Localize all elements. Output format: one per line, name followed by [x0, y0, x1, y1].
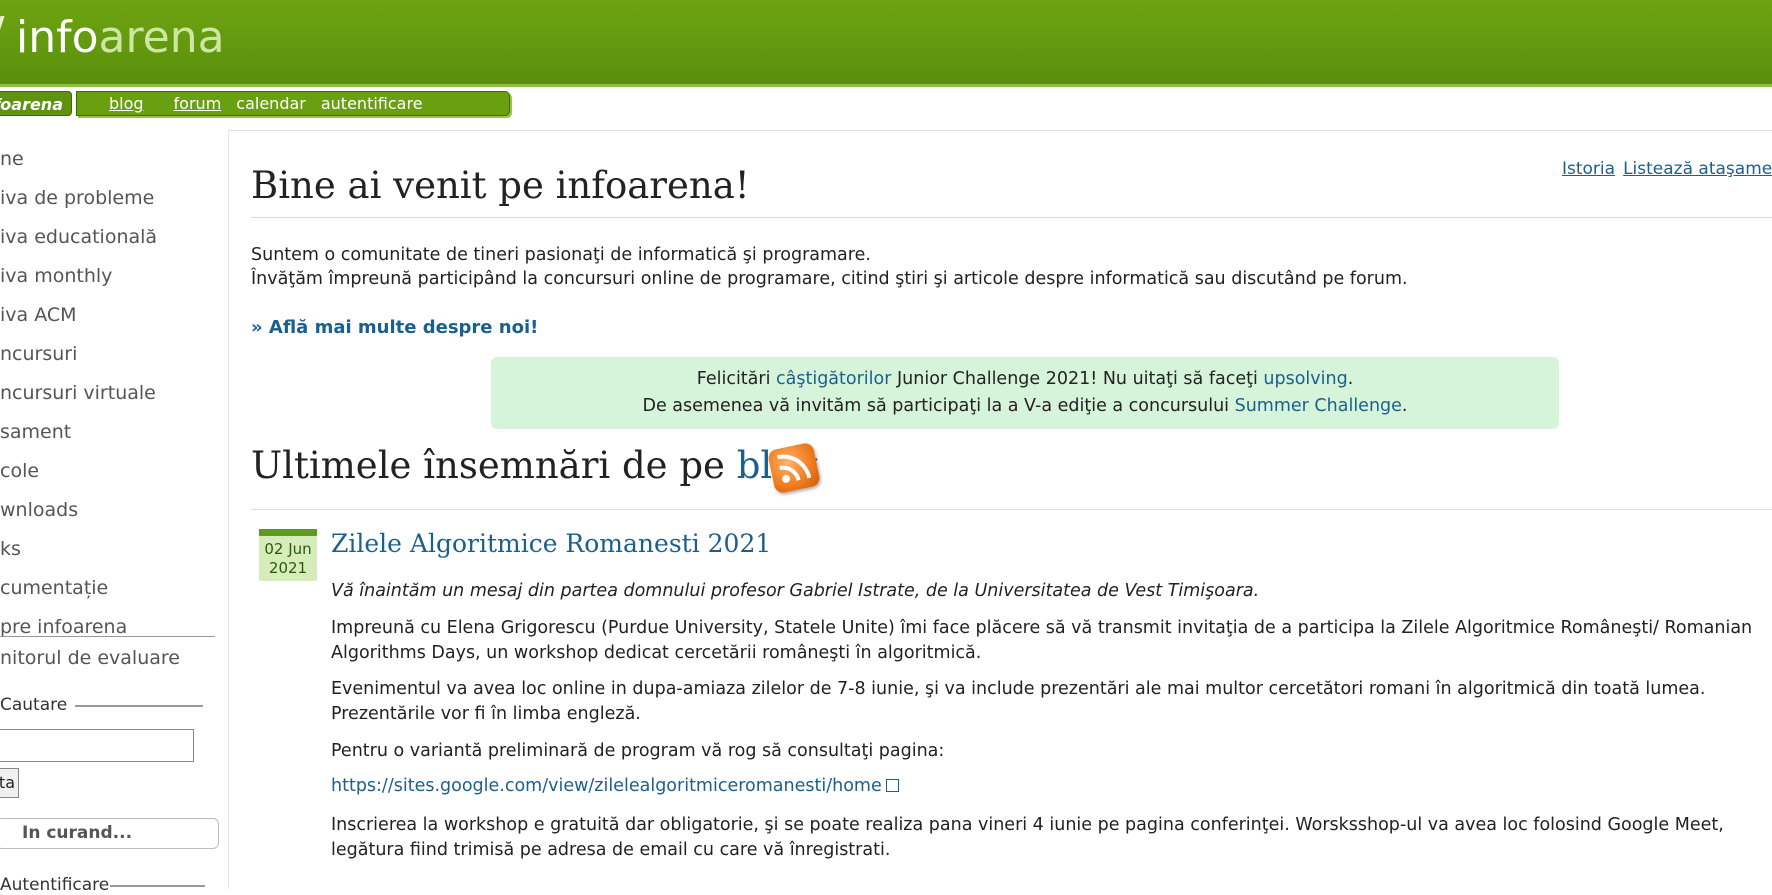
announcement-text: .	[1347, 369, 1354, 389]
post-title-link[interactable]: Zilele Algoritmice Romanesti 2021	[331, 529, 771, 558]
post-paragraph-invitation: Impreună cu Elena Grigorescu (Purdue Uni…	[331, 618, 1753, 663]
announcement-text: .	[1401, 396, 1408, 416]
sidebar-item-educational-archive[interactable]: iva educatională	[0, 226, 157, 248]
logo-main-text: info	[16, 12, 99, 63]
winners-link[interactable]: câştigătorilor	[776, 369, 891, 389]
sidebar-item-acm-archive[interactable]: iva ACM	[0, 304, 77, 326]
logo-light-text: arena	[98, 12, 225, 63]
page-actions: Istoria Listează ataşamentele	[1562, 159, 1772, 179]
rss-feed-icon[interactable]	[766, 441, 822, 495]
intro-line-1: Suntem o comunitate de tineri pasionaţi …	[251, 245, 871, 265]
post-external-link-row: https://sites.google.com/view/zilelealgo…	[331, 776, 899, 796]
post-paragraph-program: Pentru o variantă preliminară de program…	[331, 741, 945, 761]
announcement-text: Felicitări	[696, 369, 777, 389]
sidebar-item-virtual-contests[interactable]: ncursuri virtuale	[0, 382, 156, 404]
list-attachments-link[interactable]: Listează ataşamentele	[1623, 159, 1772, 179]
search-legend: Cautare	[0, 695, 68, 715]
sidebar-item-problem-archive[interactable]: iva de probleme	[0, 187, 154, 209]
nav-links: blog forum calendar autentificareinregistra…	[76, 91, 510, 136]
nav-link-forum[interactable]: forum	[159, 92, 222, 115]
top-navbar: foarena blog forum calendar autentificarein…	[0, 91, 510, 136]
auth-legend-line	[110, 885, 205, 887]
about-us-link[interactable]: » Află mai multe despre noi!	[251, 317, 538, 338]
announcement-line-2: De asemenea vă invităm să participaţi la…	[491, 393, 1559, 420]
main-content: Istoria Listează ataşamentele Bine ai ven…	[228, 130, 1772, 890]
post-paragraph-intro: Vă înaintăm un mesaj din partea domnului…	[331, 581, 1260, 601]
search-input[interactable]	[0, 729, 194, 762]
sidebar-item-contests[interactable]: ncursuri	[0, 343, 77, 365]
sidebar-item-links[interactable]: ks	[0, 538, 21, 560]
site-header: infoarena	[0, 0, 1772, 87]
announcement-line-1: Felicitări câştigătorilor Junior Challen…	[491, 366, 1559, 393]
sidebar: ne iva de probleme iva educatională iva …	[0, 130, 229, 895]
post-paragraph-registration: Inscrierea la workshop e gratuită dar ob…	[331, 815, 1724, 860]
intro-line-2: Învăţăm împreună participând la concursu…	[251, 269, 1408, 289]
logo-mark-icon	[0, 16, 15, 44]
post-paragraph-event: Evenimentul va avea loc online in dupa-a…	[331, 679, 1706, 724]
external-link-icon	[885, 779, 899, 792]
search-legend-line	[75, 705, 203, 707]
blog-heading-text: Ultimele însemnări de pe	[251, 444, 737, 487]
upsolving-link[interactable]: upsolving	[1263, 369, 1347, 389]
nav-link-forum-label: forum	[173, 94, 222, 113]
nav-link-autentificare[interactable]: autentificare	[321, 92, 423, 115]
nav-link-blog-label: blog	[109, 94, 144, 113]
search-button[interactable]: ta	[0, 768, 19, 798]
site-logo[interactable]: infoarena	[16, 12, 225, 63]
page-title: Bine ai venit pe infoarena!	[251, 164, 750, 207]
nav-brand[interactable]: foarena	[0, 91, 72, 116]
post-title[interactable]: Zilele Algoritmice Romanesti 2021	[331, 529, 771, 558]
title-divider	[251, 217, 1772, 218]
announcement-text: De asemenea vă invităm să participaţi la…	[642, 396, 1235, 416]
blog-divider	[251, 509, 1772, 510]
sidebar-item-ranking[interactable]: sament	[0, 421, 71, 443]
sidebar-item-evaluator-monitor[interactable]: nitorul de evaluare	[0, 647, 180, 669]
program-page-link[interactable]: https://sites.google.com/view/zilelealgo…	[331, 776, 882, 796]
sidebar-item-home[interactable]: ne	[0, 148, 24, 170]
post-date-badge: 02 Jun 2021	[259, 529, 317, 581]
sidebar-item-monthly-archive[interactable]: iva monthly	[0, 265, 112, 287]
summer-challenge-link[interactable]: Summer Challenge	[1235, 396, 1402, 416]
sidebar-item-documentation[interactable]: cumentație	[0, 577, 108, 599]
nav-link-blog[interactable]: blog	[94, 92, 144, 115]
announcement-box: Felicitări câştigătorilor Junior Challen…	[491, 357, 1559, 429]
nav-link-calendar[interactable]: calendar	[236, 92, 306, 115]
sidebar-item-downloads[interactable]: wnloads	[0, 499, 78, 521]
blog-heading: Ultimele însemnări de pe blog	[251, 444, 818, 487]
coming-soon-box: In curand...	[0, 818, 219, 849]
announcement-text: Junior Challenge 2021! Nu uitaţi să face…	[891, 369, 1264, 389]
post-date-day: 02 Jun	[264, 540, 312, 558]
history-link[interactable]: Istoria	[1562, 159, 1615, 179]
post-date-year: 2021	[268, 559, 308, 577]
auth-legend: Autentificare	[0, 875, 110, 895]
sidebar-item-articles[interactable]: cole	[0, 460, 39, 482]
sidebar-item-about[interactable]: pre infoarena	[0, 616, 127, 638]
